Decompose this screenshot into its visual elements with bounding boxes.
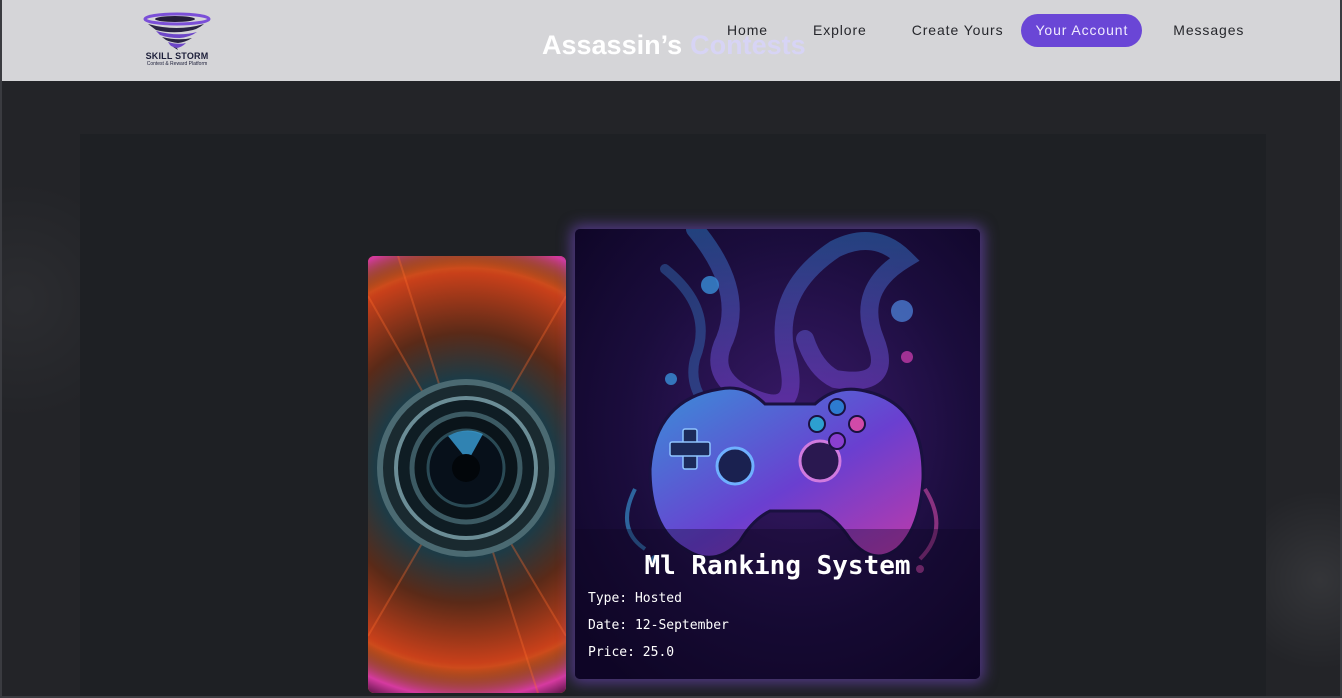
- contest-title: Ml Ranking System: [644, 551, 911, 581]
- logo-title: SKILL STORM: [145, 51, 209, 61]
- contest-price: Price: 25.0: [588, 645, 675, 660]
- nav-home-link[interactable]: Home: [713, 14, 782, 47]
- game-controller-art-image: [575, 229, 980, 679]
- nav-your-account-button[interactable]: Your Account: [1021, 14, 1143, 47]
- contest-card-featured[interactable]: Ml Ranking System Type: Hosted Date: 12-…: [575, 229, 980, 679]
- camera-lens-eye-image: [368, 256, 566, 693]
- page-title-owner: Assassin’s: [542, 30, 683, 60]
- contest-date: Date: 12-September: [588, 618, 729, 633]
- nav-create-yours-link[interactable]: Create Yours: [898, 14, 1018, 47]
- contest-type: Type: Hosted: [588, 591, 682, 606]
- main-nav: Home Explore Create Yours Your Account M…: [708, 14, 1258, 47]
- tornado-logo-icon: [143, 12, 211, 50]
- nav-messages-link[interactable]: Messages: [1159, 14, 1258, 47]
- top-navbar: SKILL STORM Contest & Reward Platform As…: [2, 0, 1340, 81]
- logo-subtitle: Contest & Reward Platform: [146, 61, 208, 67]
- logo[interactable]: SKILL STORM Contest & Reward Platform: [130, 12, 224, 70]
- nav-explore-link[interactable]: Explore: [799, 14, 881, 47]
- contest-card-previous[interactable]: [368, 256, 566, 693]
